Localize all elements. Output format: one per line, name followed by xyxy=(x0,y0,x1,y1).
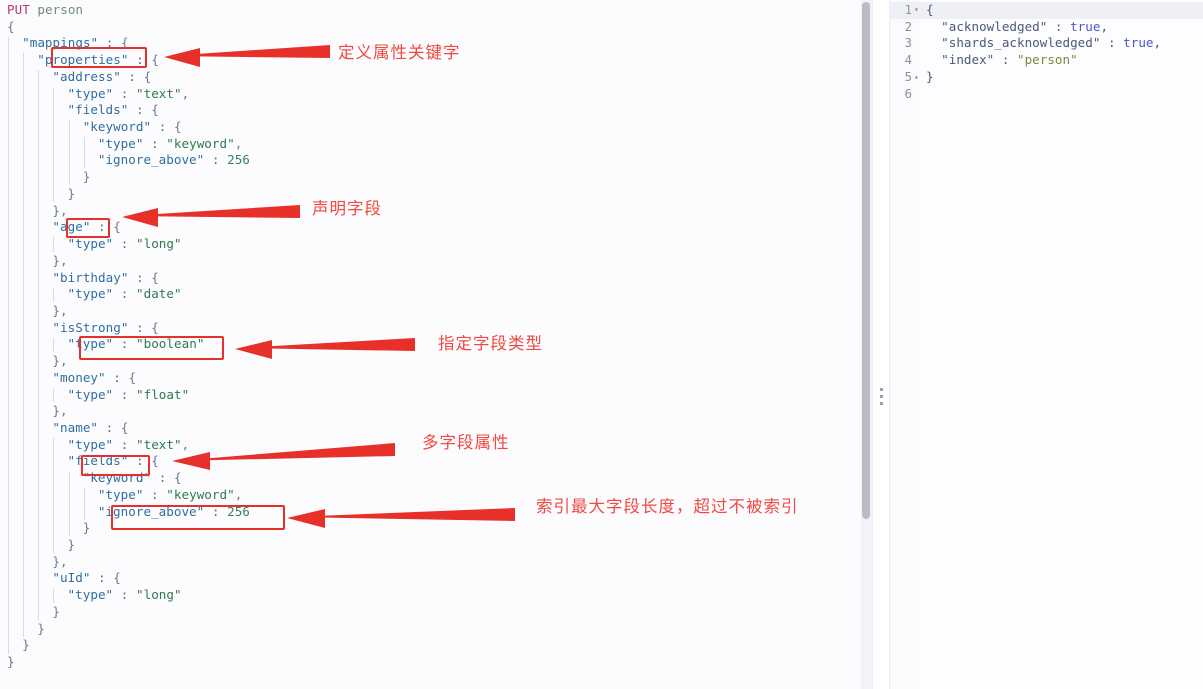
code-line[interactable]: } xyxy=(0,637,250,654)
highlight-box-ignore-above xyxy=(111,505,285,530)
code-line[interactable]: "type" : "long" xyxy=(0,587,250,604)
code-line[interactable]: "uId" : { xyxy=(0,570,250,587)
code-line[interactable]: "type" : "text", xyxy=(0,437,250,454)
code-line[interactable]: "birthday" : { xyxy=(0,270,250,287)
code-line[interactable]: } xyxy=(0,169,250,186)
code-line[interactable]: "fields" : { xyxy=(0,102,250,119)
code-line[interactable]: }, xyxy=(0,403,250,420)
code-line[interactable]: "type" : "float" xyxy=(0,387,250,404)
code-line[interactable]: }, xyxy=(0,203,250,220)
code-line[interactable]: } xyxy=(0,537,250,554)
code-line[interactable]: } xyxy=(0,604,250,621)
highlight-box-properties xyxy=(51,47,147,68)
code-line[interactable]: }, xyxy=(0,253,250,270)
code-line[interactable]: "isStrong" : { xyxy=(0,320,250,337)
response-active-line-highlight xyxy=(890,2,1203,19)
console-response-output[interactable]: 1 ▾ {2 "acknowledged" : true, 3 "shards_ack… xyxy=(890,0,1203,689)
response-line-text: } xyxy=(926,68,934,84)
response-line-number-gutter xyxy=(890,0,920,689)
fold-toggle-icon[interactable]: ▾ xyxy=(914,2,922,19)
code-line[interactable]: } xyxy=(0,654,250,671)
anno-fields-label: 多字段属性 xyxy=(422,433,510,452)
response-line-number: 1 xyxy=(904,3,912,17)
drag-handle-icon[interactable] xyxy=(880,388,884,408)
code-line[interactable]: "type" : "keyword", xyxy=(0,487,250,504)
response-line-text: { xyxy=(926,2,934,17)
code-line[interactable]: "ignore_above" : 256 xyxy=(0,152,250,169)
code-line[interactable]: "name" : { xyxy=(0,420,250,437)
anno-type-boolean-label: 指定字段类型 xyxy=(438,334,543,353)
highlight-box-age xyxy=(66,218,110,238)
code-line[interactable]: "type" : "date" xyxy=(0,286,250,303)
response-line-number: 5 xyxy=(904,69,912,84)
console-screen: PUT person{"mappings" : {"properties" : … xyxy=(0,0,1203,689)
code-line[interactable]: }, xyxy=(0,303,250,320)
code-line[interactable]: "address" : { xyxy=(0,69,250,86)
code-line[interactable]: "money" : { xyxy=(0,370,250,387)
code-line[interactable]: }, xyxy=(0,554,250,571)
response-line-text: "shards_acknowledged" : true, xyxy=(941,35,1162,51)
anno-age-label: 声明字段 xyxy=(312,199,382,218)
editor-vertical-scrollbar[interactable] xyxy=(862,2,870,519)
code-line[interactable]: "type" : "keyword", xyxy=(0,136,250,153)
code-line[interactable]: { xyxy=(0,19,250,36)
response-line-text: "acknowledged" : true, xyxy=(941,18,1109,34)
code-line[interactable]: "age" : { xyxy=(0,219,250,236)
response-line-number: 4 xyxy=(904,53,912,68)
code-line[interactable]: "type" : "long" xyxy=(0,236,250,253)
response-line-number: 3 xyxy=(904,36,912,51)
response-line-text: "index" : "person" xyxy=(941,52,1078,68)
response-line-number: 2 xyxy=(904,19,912,34)
anno-ignore-above-label: 索引最大字段长度，超过不被索引 xyxy=(536,497,799,516)
code-line[interactable]: } xyxy=(0,621,250,638)
highlight-box-type-boolean xyxy=(79,336,224,360)
pane-splitter[interactable] xyxy=(872,0,890,689)
response-line-number: 6 xyxy=(904,86,912,101)
anno-properties-label: 定义属性关键字 xyxy=(338,43,461,62)
highlight-box-fields xyxy=(81,455,150,476)
fold-toggle-icon[interactable]: ▴ xyxy=(914,69,922,86)
code-line[interactable]: PUT person xyxy=(0,2,250,19)
code-line[interactable]: "keyword" : { xyxy=(0,119,250,136)
code-line[interactable]: "type" : "text", xyxy=(0,86,250,103)
code-line[interactable]: } xyxy=(0,186,250,203)
